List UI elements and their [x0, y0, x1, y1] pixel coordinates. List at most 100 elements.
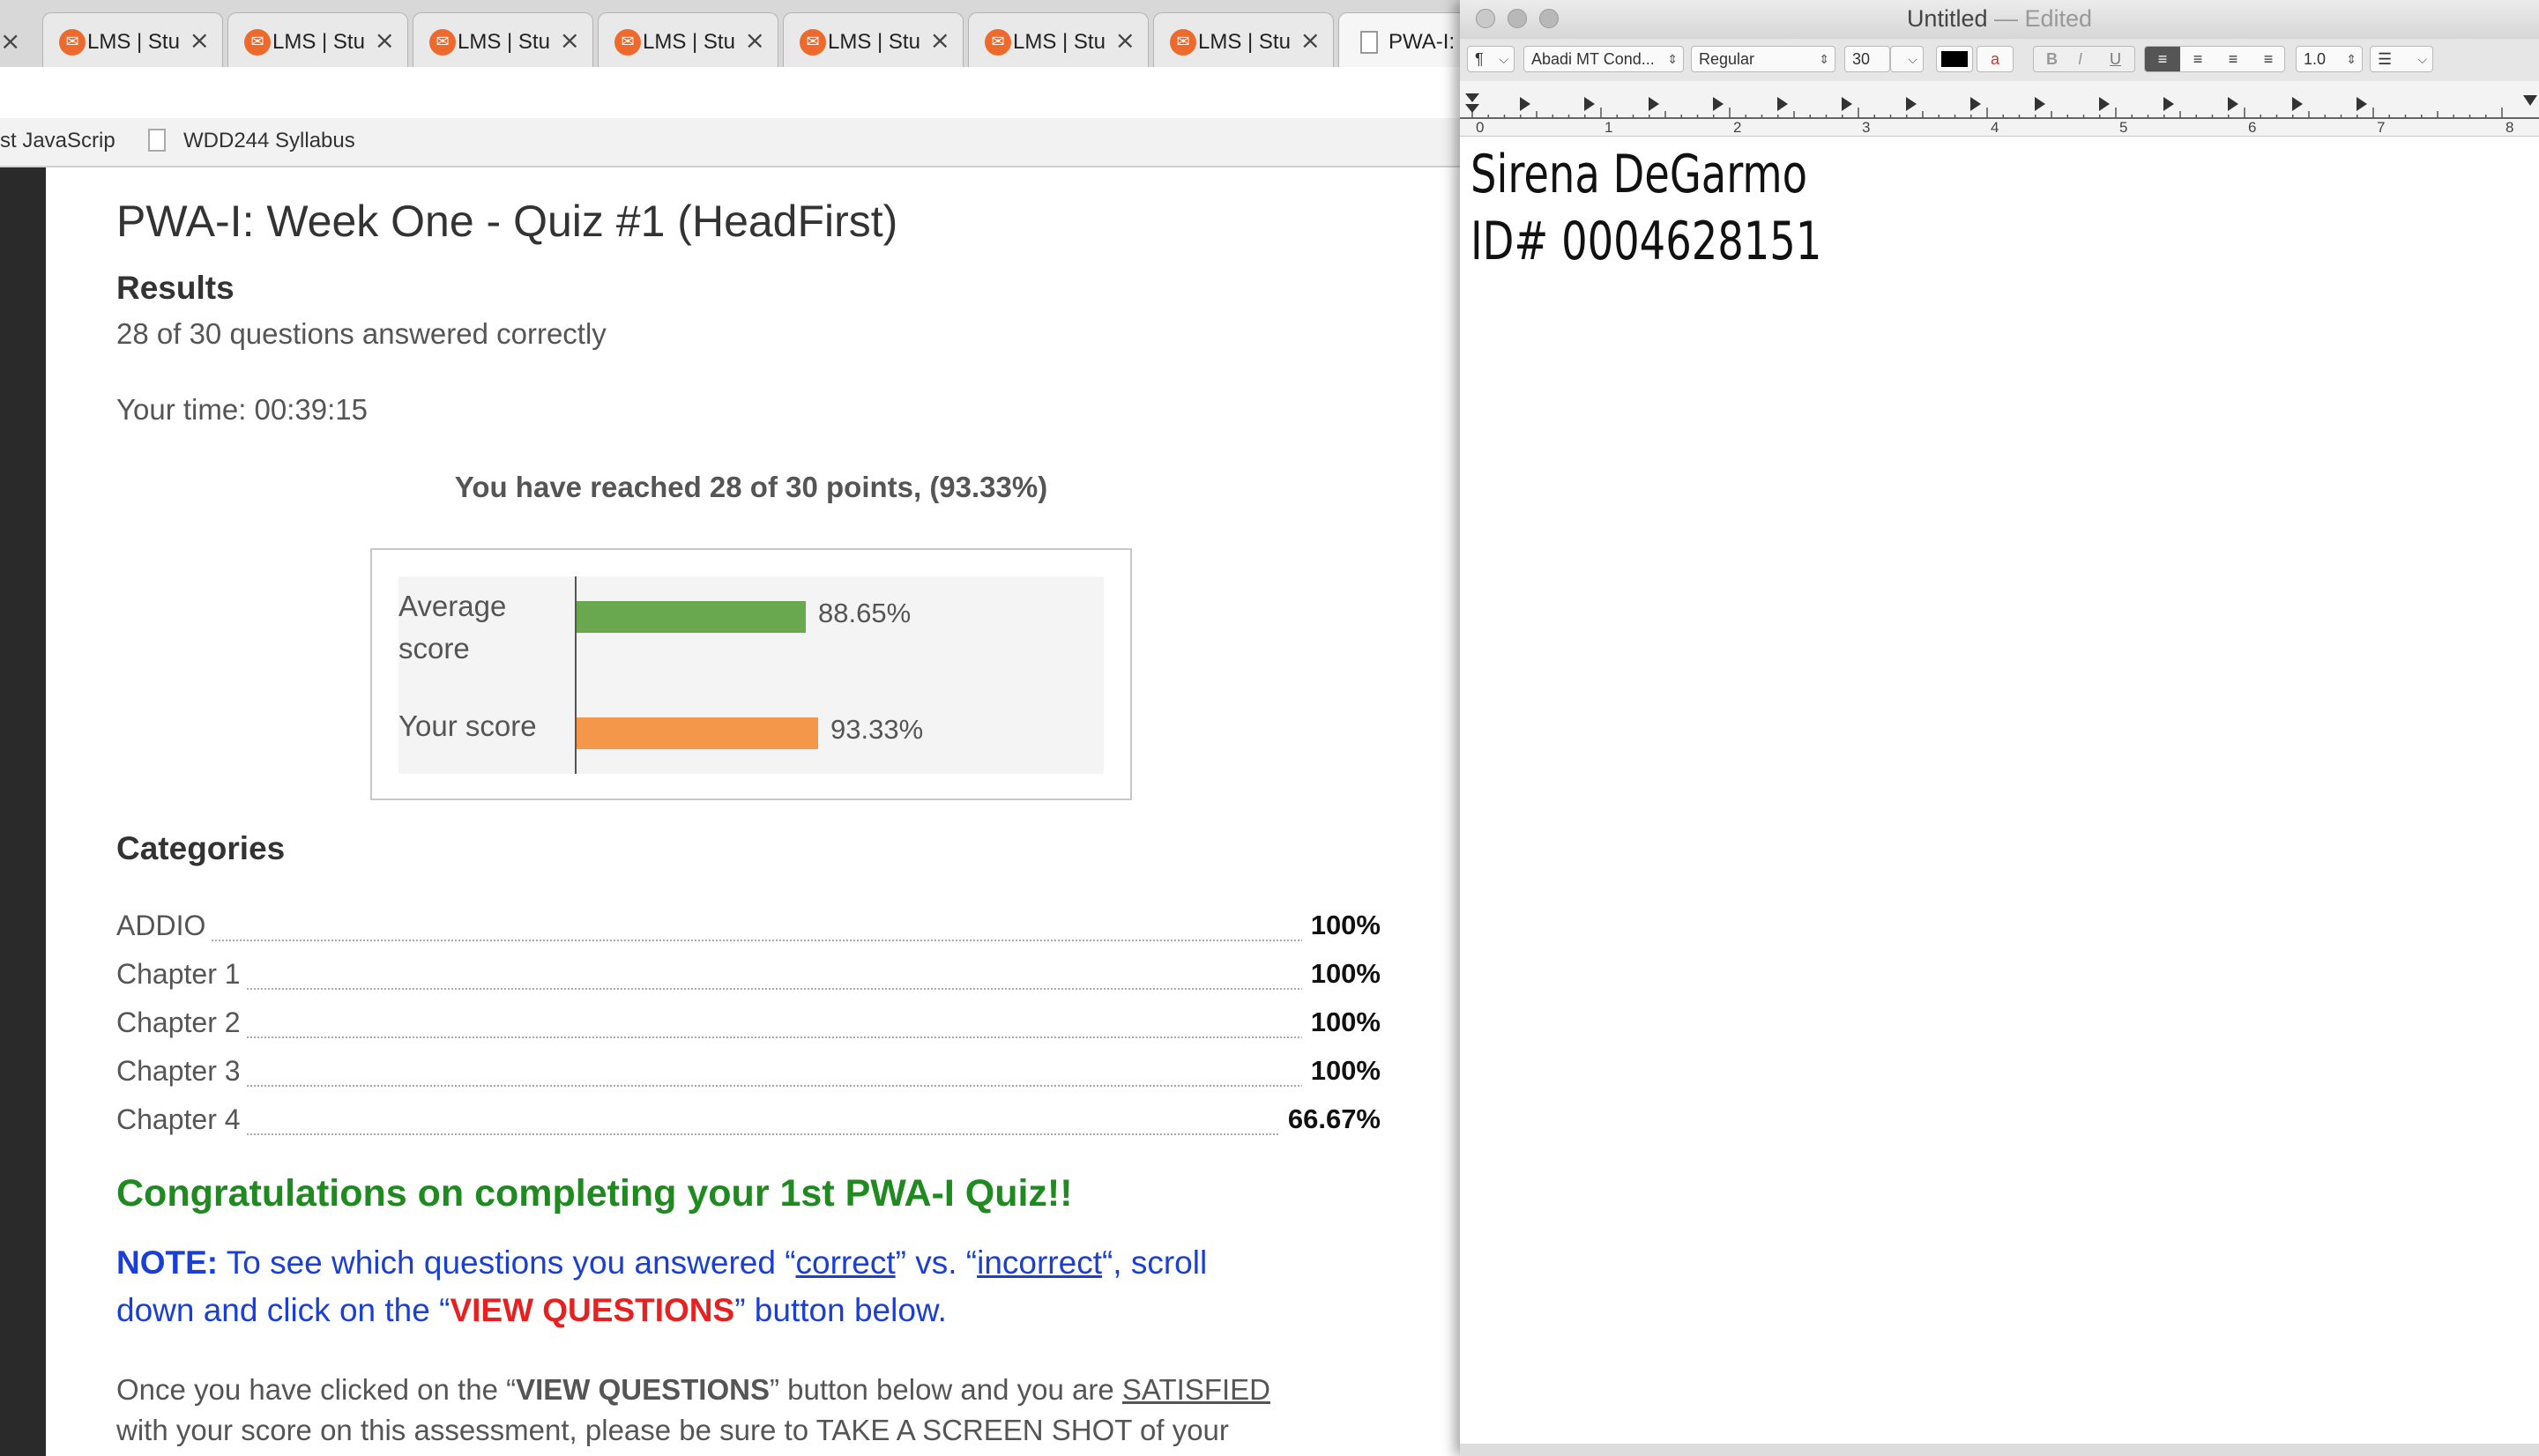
paragraph-styles-button[interactable]: ¶ ⌵: [1467, 46, 1515, 72]
italic-button[interactable]: I: [2078, 47, 2082, 71]
dotted-leader: [116, 940, 1381, 941]
tab-stop-marker: [1842, 97, 1852, 111]
tab-close-icon[interactable]: ×: [375, 27, 395, 54]
answered-count: 28 of 30 questions answered correctly: [116, 317, 607, 350]
category-row: ADDIO 100%: [116, 910, 1381, 952]
score-chart: Average score Your score 88.65% 93.33%: [370, 548, 1132, 800]
ruler-number: 6: [2248, 119, 2256, 136]
tab-stop-marker: [1584, 97, 1595, 111]
address-bar[interactable]: [0, 67, 1463, 119]
lms-logo-icon: ✉: [800, 29, 826, 56]
tab-close-icon[interactable]: ×: [1115, 27, 1135, 54]
stepper-icon: ⇕: [1819, 52, 1829, 66]
dotted-leader: [116, 1036, 1381, 1038]
align-center-icon[interactable]: ≡: [2180, 47, 2215, 71]
note-text: ” vs. “: [895, 1244, 978, 1281]
tab-stop-marker: [2292, 97, 2303, 111]
bookmarks-bar: st JavaScrip WDD244 Syllabus: [0, 118, 1463, 167]
browser-tab-active[interactable]: PWA-I:: [1338, 12, 1463, 67]
ruler-number: 5: [2119, 119, 2127, 136]
satisfied-text: SATISFIED: [1121, 1373, 1270, 1406]
incorrect-link[interactable]: incorrect: [977, 1244, 1102, 1281]
align-left-icon[interactable]: ≡: [2145, 47, 2180, 71]
lms-logo-icon: ✉: [1170, 29, 1196, 56]
text-line-name: Sirena DeGarmo: [1471, 144, 1808, 205]
category-row: Chapter 2 100%: [116, 1007, 1381, 1049]
ruler[interactable]: 0 1 2 3 4 5 6 7 8: [1460, 81, 2539, 137]
bookmark-item[interactable]: WDD244 Syllabus: [183, 129, 355, 153]
tab-title: LMS | Stu: [458, 30, 550, 54]
category-row: Chapter 4 66.67%: [116, 1103, 1381, 1146]
browser-tab[interactable]: ✉ LMS | Stu ×: [42, 12, 223, 67]
tab-stop-marker: [1777, 97, 1788, 111]
font-family-select[interactable]: Abadi MT Cond... ⇕: [1523, 46, 1684, 72]
category-name: Chapter 1: [116, 958, 246, 991]
tab-strip: × ✉ LMS | Stu × ✉ LMS | Stu × ✉ LMS | St…: [0, 0, 1463, 67]
line-spacing-value: 1.0: [2304, 50, 2327, 68]
align-right-icon[interactable]: ≡: [2215, 47, 2251, 71]
browser-tab[interactable]: ✉ LMS | Stu ×: [783, 12, 964, 67]
note-line-1: NOTE: To see which questions you answere…: [116, 1244, 1207, 1281]
lms-logo-icon: ✉: [244, 29, 271, 56]
highlight-color-icon: a: [1990, 50, 1999, 68]
category-row: Chapter 3 100%: [116, 1055, 1381, 1097]
tab-close-icon[interactable]: ×: [1300, 27, 1321, 54]
text-line-id: ID# 0004628151: [1471, 211, 1822, 272]
tab-stop-marker: [1713, 97, 1724, 111]
category-name: Chapter 4: [116, 1103, 246, 1136]
bold-button[interactable]: B: [2046, 47, 2058, 71]
browser-tab[interactable]: ✉ LMS | Stu ×: [227, 12, 408, 67]
dotted-leader: [116, 1133, 1381, 1135]
dotted-leader: [116, 988, 1381, 990]
document-text-area[interactable]: Sirena DeGarmo ID# 0004628151: [1471, 141, 1879, 275]
ruler-number: 8: [2505, 119, 2513, 136]
textedit-window: Untitled — Edited ¶ ⌵ Abadi MT Cond... ⇕ R…: [1460, 0, 2539, 1456]
text-color-well[interactable]: [1936, 46, 1973, 72]
tab-close-icon[interactable]: ×: [190, 27, 210, 54]
chart-bar-average: [577, 601, 806, 633]
align-justify-icon[interactable]: ≡: [2251, 47, 2284, 71]
browser-tab[interactable]: ✉ LMS | Stu ×: [1153, 12, 1334, 67]
browser-tab[interactable]: ✉ LMS | Stu ×: [413, 12, 593, 67]
alignment-group: ≡ ≡ ≡ ≡: [2144, 46, 2285, 72]
time-taken: Your time: 00:39:15: [116, 393, 368, 426]
instruction-line-1: Once you have clicked on the “VIEW QUEST…: [116, 1373, 1270, 1407]
category-name: Chapter 2: [116, 1007, 246, 1039]
chart-category-label: Average score: [398, 590, 507, 665]
ruler-number: 2: [1733, 119, 1741, 136]
tab-title: LMS | Stu: [1013, 30, 1106, 54]
category-score: 100%: [1301, 1055, 1381, 1087]
line-spacing-select[interactable]: 1.0 ⇕: [2296, 46, 2363, 72]
list-style-select[interactable]: ☰ ⌵: [2370, 46, 2433, 72]
browser-window: × ✉ LMS | Stu × ✉ LMS | Stu × ✉ LMS | St…: [0, 0, 1463, 1456]
font-style-select[interactable]: Regular ⇕: [1691, 46, 1835, 72]
tab-close-icon[interactable]: ×: [930, 27, 950, 54]
window-bottom-edge: [1460, 1444, 2539, 1456]
tab-close-icon[interactable]: ×: [560, 27, 580, 54]
tab-close-icon[interactable]: ×: [745, 27, 765, 54]
tab-stop-marker: [2163, 97, 2174, 111]
window-title: Untitled — Edited: [1460, 5, 2539, 33]
document-icon: [148, 129, 166, 152]
correct-link[interactable]: correct: [796, 1244, 896, 1281]
underline-button[interactable]: U: [2110, 47, 2121, 71]
browser-tab[interactable]: ✉ LMS | Stu ×: [598, 12, 778, 67]
tab-stop-marker: [1520, 97, 1530, 111]
category-score: 100%: [1301, 1007, 1381, 1038]
ruler-number: 1: [1605, 119, 1612, 136]
browser-tab[interactable]: ✉ LMS | Stu ×: [968, 12, 1149, 67]
chart-category-label: Your score: [398, 709, 537, 742]
font-size-field[interactable]: 30: [1844, 46, 1890, 72]
title-separator: —: [1987, 5, 2025, 32]
bookmark-item[interactable]: st JavaScrip: [0, 129, 115, 153]
results-heading: Results: [116, 270, 235, 306]
tab-stop-marker: [2099, 97, 2110, 111]
tab-stop-marker: [2035, 97, 2045, 111]
font-size-value: 30: [1852, 50, 1871, 68]
highlight-color-well[interactable]: a: [1977, 46, 2014, 72]
document-name: Untitled: [1906, 5, 1988, 32]
category-name: ADDIO: [116, 910, 212, 942]
font-size-menu[interactable]: ⌵: [1890, 46, 1924, 72]
tab-close-icon[interactable]: ×: [0, 26, 20, 56]
title-bar[interactable]: Untitled — Edited: [1460, 0, 2539, 39]
